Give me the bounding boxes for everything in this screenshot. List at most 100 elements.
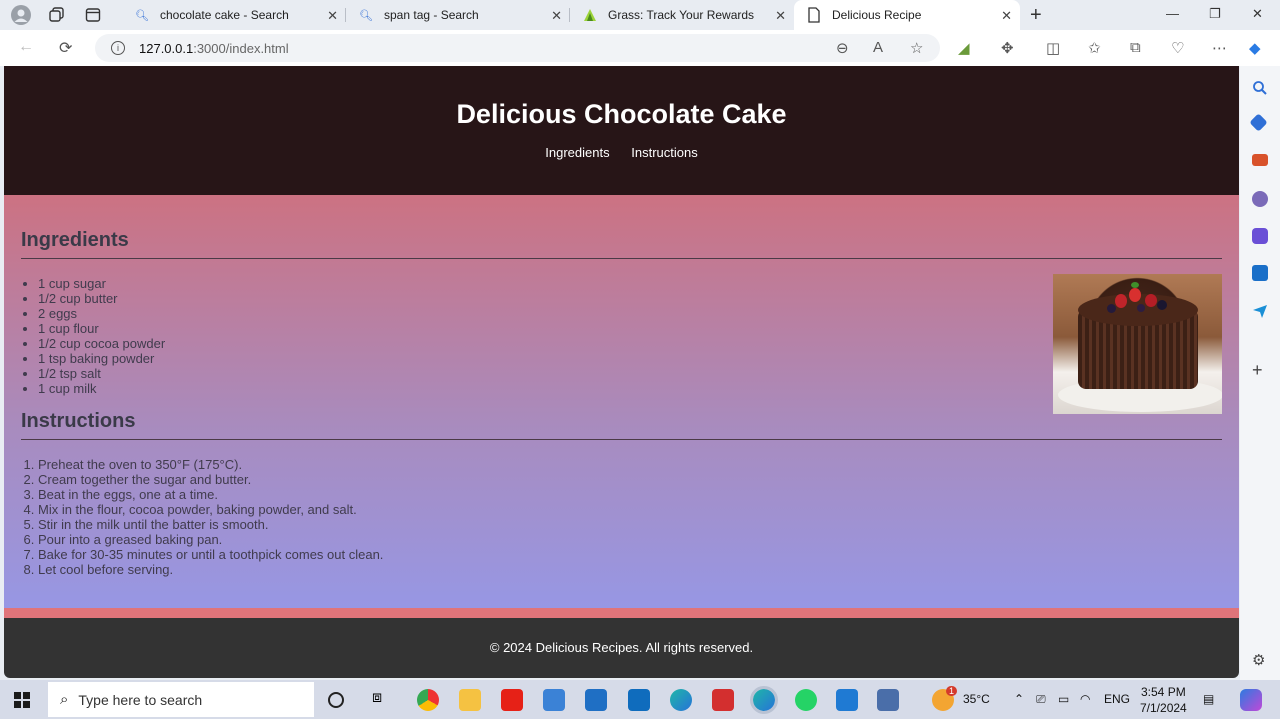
list-item: Beat in the eggs, one at a time. [38, 487, 1222, 502]
tab-grass-rewards[interactable]: Grass: Track Your Rewards ✕ [570, 0, 794, 30]
language-indicator[interactable]: ENG [1104, 692, 1130, 706]
cortana-icon[interactable] [328, 692, 344, 708]
address-bar-row: ← ⟳ i 127.0.0.1:3000/index.html ⊖ A ☆ ◢ … [0, 30, 1280, 66]
browser-essentials-icon[interactable]: ♡ [1171, 39, 1184, 57]
close-icon[interactable]: ✕ [1001, 8, 1012, 24]
profile-icon[interactable] [10, 4, 32, 26]
taskbar-search-placeholder: Type here to search [78, 691, 203, 708]
tab-title: Grass: Track Your Rewards [608, 8, 755, 22]
tab-span-tag-search[interactable]: 🔍︎ span tag - Search ✕ [346, 0, 570, 30]
list-item: 1/2 cup cocoa powder [38, 336, 1222, 351]
file-explorer-icon[interactable] [459, 689, 481, 711]
dominos-icon[interactable] [712, 689, 734, 711]
tab-chocolate-cake-search[interactable]: 🔍︎ chocolate cake - Search ✕ [122, 0, 346, 30]
games-icon[interactable] [1252, 191, 1268, 207]
search-icon: 🔍︎ [135, 9, 149, 22]
instructions-heading: Instructions [21, 410, 1222, 440]
tab-title: chocolate cake - Search [160, 8, 289, 22]
list-item: Let cool before serving. [38, 562, 1222, 577]
settings-gear-icon[interactable]: ⚙ [1252, 653, 1268, 669]
clock-time: 3:54 PM [1141, 685, 1186, 699]
list-item: Cream together the sugar and butter. [38, 472, 1222, 487]
read-aloud-icon[interactable]: A [873, 39, 883, 56]
microsoft-store-icon[interactable] [543, 689, 565, 711]
grass-extension-icon[interactable]: ◢ [958, 39, 970, 57]
ingredients-heading: Ingredients [21, 229, 1222, 259]
workspaces-icon[interactable] [46, 4, 68, 26]
battery-icon[interactable]: ▭ [1058, 692, 1069, 706]
chevron-up-icon[interactable]: ⌃ [1014, 692, 1024, 706]
tab-delicious-recipe[interactable]: Delicious Recipe ✕ [794, 0, 1020, 30]
copilot-icon[interactable]: ◆ [1249, 39, 1261, 57]
youtube-icon[interactable] [501, 689, 523, 711]
taskbar-search-box[interactable]: ⌕ Type here to search [48, 682, 314, 717]
list-item: Mix in the flour, cocoa powder, baking p… [38, 502, 1222, 517]
outlook-icon[interactable] [1252, 265, 1268, 281]
nav-link-ingredients[interactable]: Ingredients [545, 145, 609, 160]
accent-strip [4, 608, 1239, 618]
dev-app-icon[interactable] [585, 689, 607, 711]
list-item: 1 cup flour [38, 321, 1222, 336]
shopping-tag-icon[interactable] [1249, 113, 1268, 132]
site-nav: Ingredients Instructions [4, 145, 1239, 160]
wifi-icon[interactable]: ◠ [1080, 692, 1090, 706]
list-item: Bake for 30-35 minutes or until a toothp… [38, 547, 1222, 562]
taskbar-clock[interactable]: 3:54 PM 7/1/2024 [1140, 684, 1187, 716]
list-item: 1 cup milk [38, 381, 1222, 396]
windows-start-button[interactable] [14, 692, 30, 708]
favorites-icon[interactable]: ✩ [1088, 39, 1101, 57]
document-icon [806, 7, 822, 23]
nav-link-instructions[interactable]: Instructions [631, 145, 697, 160]
list-item: 2 eggs [38, 306, 1222, 321]
control-panel-icon[interactable] [877, 689, 899, 711]
whatsapp-icon[interactable] [795, 689, 817, 711]
send-icon[interactable] [1252, 303, 1268, 319]
url-path: :3000/index.html [193, 40, 289, 56]
close-icon[interactable]: ✕ [327, 8, 338, 24]
outlook-new-icon[interactable] [628, 689, 650, 711]
edge-icon[interactable] [670, 689, 692, 711]
site-footer: © 2024 Delicious Recipes. All rights res… [4, 618, 1239, 678]
info-icon[interactable]: i [111, 41, 125, 55]
weather-badge: 1 [946, 686, 958, 696]
new-tab-button[interactable]: + [1030, 4, 1042, 27]
close-window-button[interactable]: ✕ [1252, 6, 1263, 22]
refresh-icon[interactable]: ⟳ [59, 38, 72, 58]
list-item: 1 tsp baking powder [38, 351, 1222, 366]
weather-temperature: 35°C [963, 692, 990, 706]
meet-now-icon[interactable]: ⎚ [1036, 692, 1046, 707]
notifications-icon[interactable]: ▤ [1203, 692, 1214, 706]
vscode-icon[interactable] [836, 689, 858, 711]
back-arrow-icon[interactable]: ← [18, 38, 34, 56]
collections-icon[interactable]: ⧉ [1130, 39, 1141, 56]
grass-logo-icon [582, 7, 598, 23]
site-header: Delicious Chocolate Cake Ingredients Ins… [4, 66, 1239, 195]
chocolate-cake-image [1053, 274, 1222, 414]
page-viewport: Delicious Chocolate Cake Ingredients Ins… [4, 66, 1239, 678]
more-menu-icon[interactable]: ⋯ [1212, 39, 1227, 57]
close-icon[interactable]: ✕ [551, 8, 562, 24]
tab-title: Delicious Recipe [832, 8, 922, 22]
split-screen-icon[interactable]: ◫ [1046, 39, 1060, 57]
chrome-icon[interactable] [417, 689, 439, 711]
maximize-button[interactable]: ❐ [1209, 6, 1221, 22]
microsoft-365-icon[interactable] [1252, 228, 1268, 244]
edge-active-icon[interactable] [750, 686, 778, 714]
clock-date: 7/1/2024 [1140, 701, 1187, 715]
favorite-star-icon[interactable]: ☆ [910, 39, 923, 57]
list-item: Stir in the milk until the batter is smo… [38, 517, 1222, 532]
url-field[interactable]: i 127.0.0.1:3000/index.html [95, 34, 940, 62]
add-icon[interactable]: + [1252, 361, 1268, 379]
instructions-list: Preheat the oven to 350°F (175°C). Cream… [21, 457, 1222, 577]
extensions-icon[interactable]: ✥ [1001, 39, 1014, 57]
search-icon: 🔍︎ [359, 9, 373, 22]
close-icon[interactable]: ✕ [775, 8, 786, 24]
task-view-icon[interactable]: ⧈ [372, 689, 394, 711]
copilot-taskbar-icon[interactable] [1240, 689, 1262, 711]
zoom-icon[interactable]: ⊖ [836, 39, 849, 57]
search-icon: ⌕ [60, 691, 69, 708]
tools-briefcase-icon[interactable] [1252, 154, 1268, 166]
search-icon[interactable] [1252, 80, 1268, 96]
tab-actions-icon[interactable] [82, 4, 104, 26]
minimize-button[interactable]: — [1166, 6, 1179, 21]
